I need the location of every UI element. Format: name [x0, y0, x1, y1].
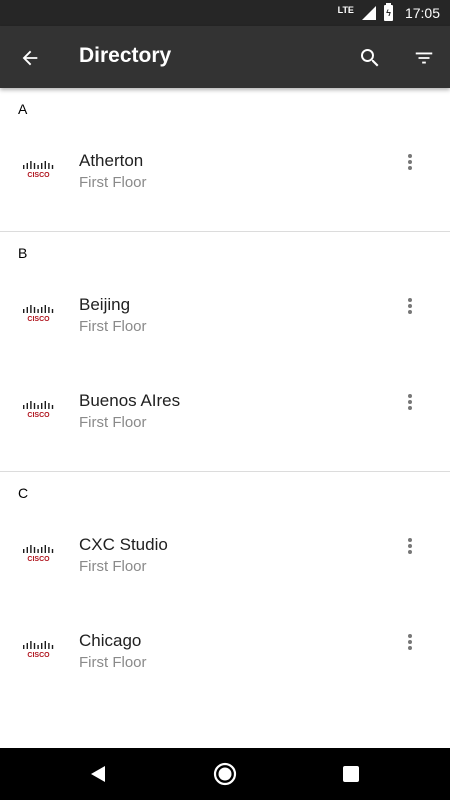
system-nav-bar: [0, 748, 450, 800]
battery-charging-glyph: ϟ: [386, 7, 391, 18]
directory-list[interactable]: A CISCO Atherton First Floor B CISCO Bei…: [0, 88, 450, 748]
more-vert-icon[interactable]: [398, 390, 422, 414]
filter-icon[interactable]: [408, 42, 440, 74]
signal-icon: [361, 6, 376, 20]
logo-text: CISCO: [27, 652, 50, 659]
logo-text: CISCO: [27, 316, 50, 323]
item-subtitle: First Floor: [79, 174, 147, 191]
cisco-logo: CISCO: [23, 401, 54, 419]
section-header: C: [0, 472, 450, 512]
section-header: B: [0, 232, 450, 272]
logo-text: CISCO: [27, 412, 50, 419]
section-header: A: [0, 88, 450, 128]
cisco-logo: CISCO: [23, 161, 54, 179]
item-title: Beijing: [79, 295, 131, 314]
item-subtitle: First Floor: [79, 558, 147, 575]
cisco-logo: CISCO: [23, 545, 54, 563]
section-letter: C: [18, 485, 29, 501]
search-icon[interactable]: [354, 42, 386, 74]
back-arrow-icon[interactable]: [14, 42, 46, 74]
section-letter: B: [18, 245, 28, 261]
more-vert-icon[interactable]: [398, 630, 422, 654]
list-item[interactable]: CISCO Chicago First Floor: [0, 608, 450, 704]
nav-home-icon[interactable]: [213, 762, 237, 786]
more-vert-icon[interactable]: [398, 294, 422, 318]
item-title: Buenos AIres: [79, 391, 181, 410]
item-subtitle: First Floor: [79, 414, 147, 431]
nav-back-icon[interactable]: [87, 763, 109, 785]
list-item[interactable]: CISCO Beijing First Floor: [0, 272, 450, 368]
battery-icon: ϟ: [383, 3, 393, 21]
item-title: Atherton: [79, 151, 144, 170]
logo-text: CISCO: [27, 556, 50, 563]
item-subtitle: First Floor: [79, 318, 147, 335]
cisco-logo: CISCO: [23, 641, 54, 659]
item-subtitle: First Floor: [79, 654, 147, 671]
clock: 17:05: [404, 5, 440, 21]
cisco-logo: CISCO: [23, 305, 54, 323]
app-bar: Directory: [0, 26, 450, 88]
more-vert-icon[interactable]: [398, 534, 422, 558]
logo-text: CISCO: [27, 172, 50, 179]
list-item[interactable]: CISCO Buenos AIres First Floor: [0, 368, 450, 464]
item-title: CXC Studio: [79, 535, 168, 554]
more-vert-icon[interactable]: [398, 150, 422, 174]
nav-recents-icon[interactable]: [343, 766, 359, 782]
section-letter: A: [18, 101, 28, 117]
status-bar: LTE ϟ 17:05: [0, 0, 450, 26]
list-item[interactable]: CISCO CXC Studio First Floor: [0, 512, 450, 608]
network-type: LTE: [337, 5, 354, 15]
list-item[interactable]: CISCO Atherton First Floor: [0, 128, 450, 224]
item-title: Chicago: [79, 631, 142, 650]
page-title: Directory: [79, 44, 172, 67]
